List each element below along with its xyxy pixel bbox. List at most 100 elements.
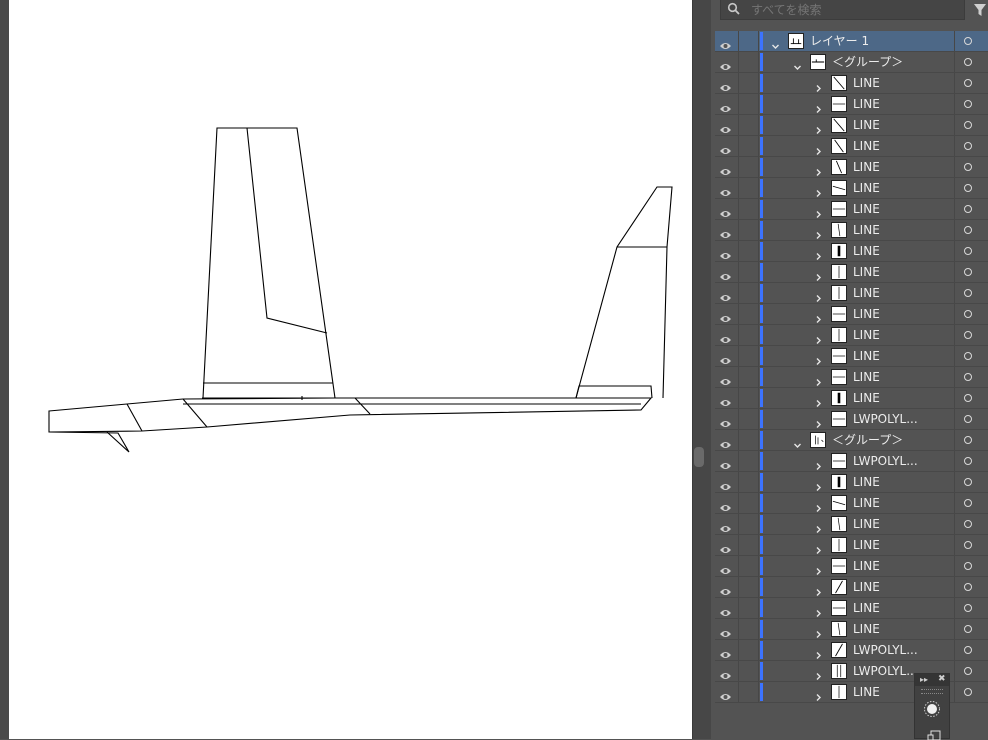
mini-panel-header[interactable]: ▸▸ ✖ [915, 674, 949, 686]
lock-toggle[interactable] [738, 430, 759, 450]
layer-name[interactable]: LINE [853, 496, 880, 510]
target-cell[interactable] [954, 241, 988, 261]
visibility-eye-icon[interactable] [719, 162, 732, 175]
grip-handle[interactable] [921, 689, 943, 694]
layer-name[interactable]: LINE [853, 76, 880, 90]
lock-toggle[interactable] [738, 199, 759, 219]
target-cell[interactable] [954, 136, 988, 156]
lock-toggle[interactable] [738, 31, 759, 51]
chevron-right-icon[interactable] [814, 561, 823, 575]
layer-name[interactable]: LINE [853, 118, 880, 132]
lock-toggle[interactable] [738, 535, 759, 555]
visibility-eye-icon[interactable] [719, 666, 732, 679]
object-row[interactable]: LWPOLYL... [715, 451, 988, 472]
lock-toggle[interactable] [738, 661, 759, 681]
target-cell[interactable] [954, 493, 988, 513]
layer-name[interactable]: LINE [853, 475, 880, 489]
object-row[interactable]: LINE [715, 283, 988, 304]
target-cell[interactable] [954, 409, 988, 429]
chevron-right-icon[interactable] [814, 624, 823, 638]
object-row[interactable]: LINE [715, 304, 988, 325]
chevron-right-icon[interactable] [814, 603, 823, 617]
target-circle-icon[interactable] [964, 520, 972, 528]
chevron-right-icon[interactable] [814, 456, 823, 470]
target-cell[interactable] [954, 304, 988, 324]
object-row[interactable]: LINE [715, 220, 988, 241]
lock-toggle[interactable] [738, 241, 759, 261]
target-circle-icon[interactable] [964, 457, 972, 465]
visibility-eye-icon[interactable] [719, 435, 732, 448]
search-bar[interactable] [720, 0, 965, 20]
visibility-eye-icon[interactable] [719, 624, 732, 637]
lock-toggle[interactable] [738, 178, 759, 198]
object-row[interactable]: LINE [715, 472, 988, 493]
target-circle-icon[interactable] [964, 247, 972, 255]
visibility-eye-icon[interactable] [719, 645, 732, 658]
object-row[interactable]: LINE [715, 556, 988, 577]
target-circle-icon[interactable] [964, 667, 972, 675]
target-cell[interactable] [954, 640, 988, 660]
chevron-right-icon[interactable] [814, 540, 823, 554]
target-circle-icon[interactable] [964, 373, 972, 381]
visibility-eye-icon[interactable] [719, 351, 732, 364]
target-cell[interactable] [954, 661, 988, 681]
layer-name[interactable]: LINE [853, 601, 880, 615]
object-row[interactable]: LINE [715, 115, 988, 136]
visibility-eye-icon[interactable] [719, 687, 732, 700]
lock-toggle[interactable] [738, 346, 759, 366]
lock-toggle[interactable] [738, 388, 759, 408]
target-circle-icon[interactable] [964, 268, 972, 276]
target-circle-icon[interactable] [964, 205, 972, 213]
chevron-right-icon[interactable] [814, 498, 823, 512]
layer-name[interactable]: LINE [853, 328, 880, 342]
chevron-right-icon[interactable] [814, 666, 823, 680]
visibility-eye-icon[interactable] [719, 57, 732, 70]
visibility-eye-icon[interactable] [719, 582, 732, 595]
target-cell[interactable] [954, 199, 988, 219]
group-row[interactable]: ＜グループ＞ [715, 430, 988, 451]
lock-toggle[interactable] [738, 304, 759, 324]
chevron-down-icon[interactable] [771, 36, 780, 49]
target-cell[interactable] [954, 388, 988, 408]
visibility-eye-icon[interactable] [719, 267, 732, 280]
collapse-icon[interactable]: ▸▸ [920, 675, 928, 685]
layer-name[interactable]: LWPOLYL... [853, 664, 918, 678]
visibility-eye-icon[interactable] [719, 183, 732, 196]
target-cell[interactable] [954, 178, 988, 198]
target-circle-icon[interactable] [964, 415, 972, 423]
object-row[interactable]: LINE [715, 94, 988, 115]
tail-fin-outline[interactable] [575, 186, 673, 399]
lock-toggle[interactable] [738, 514, 759, 534]
visibility-eye-icon[interactable] [719, 120, 732, 133]
chevron-right-icon[interactable] [814, 78, 823, 92]
appearance-icon[interactable] [923, 700, 941, 718]
lock-toggle[interactable] [738, 157, 759, 177]
layer-name[interactable]: LWPOLYL... [853, 454, 918, 468]
target-cell[interactable] [954, 73, 988, 93]
chevron-right-icon[interactable] [814, 267, 823, 281]
object-row[interactable]: LINE [715, 136, 988, 157]
target-circle-icon[interactable] [964, 226, 972, 234]
layer-name[interactable]: LINE [853, 517, 880, 531]
layer-name[interactable]: LWPOLYL... [853, 412, 918, 426]
target-cell[interactable] [954, 598, 988, 618]
layer-name[interactable]: LINE [853, 685, 880, 699]
target-circle-icon[interactable] [964, 121, 972, 129]
target-cell[interactable] [954, 367, 988, 387]
target-circle-icon[interactable] [964, 394, 972, 402]
target-cell[interactable] [954, 556, 988, 576]
lock-toggle[interactable] [738, 619, 759, 639]
object-row[interactable]: LWPOLYL... [715, 409, 988, 430]
layer-name[interactable]: LINE [853, 97, 880, 111]
target-cell[interactable] [954, 472, 988, 492]
lock-toggle[interactable] [738, 451, 759, 471]
chevron-right-icon[interactable] [814, 393, 823, 407]
visibility-eye-icon[interactable] [719, 288, 732, 301]
nose-part[interactable] [48, 431, 130, 453]
target-cell[interactable] [954, 262, 988, 282]
wing-outline[interactable] [202, 127, 336, 399]
visibility-eye-icon[interactable] [719, 477, 732, 490]
chevron-right-icon[interactable] [814, 183, 823, 197]
lock-toggle[interactable] [738, 283, 759, 303]
layer-name[interactable]: ＜グループ＞ [832, 433, 903, 447]
